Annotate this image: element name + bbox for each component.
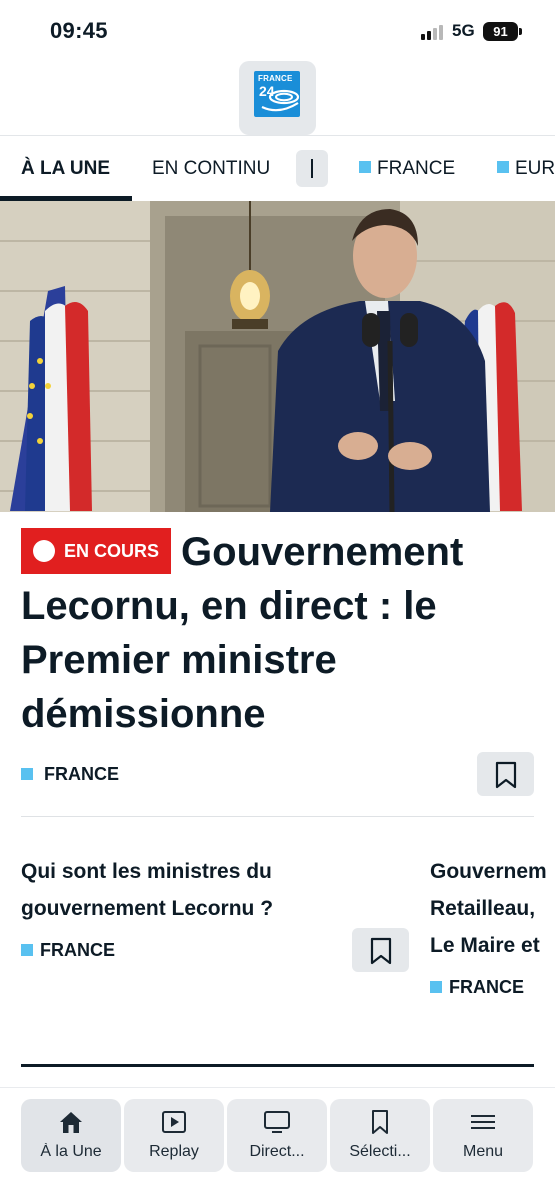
section-tabs: À LA UNE EN CONTINU FRANCE EUR	[0, 136, 555, 201]
tab-en-continu[interactable]: EN CONTINU	[152, 136, 270, 201]
hero-bookmark-button[interactable]	[477, 752, 534, 796]
nav-selection[interactable]: Sélecti...	[330, 1099, 430, 1172]
card-1-bookmark-button[interactable]	[352, 928, 409, 972]
menu-icon	[471, 1115, 495, 1129]
signal-icon	[421, 24, 447, 40]
card-1-category[interactable]: FRANCE	[21, 940, 115, 961]
category-square-icon	[21, 768, 33, 780]
play-icon	[162, 1111, 186, 1133]
network-label: 5G	[452, 21, 475, 40]
logo-button[interactable]: FRANCE 24	[239, 61, 316, 135]
hero-category[interactable]: FRANCE	[21, 764, 119, 785]
card-2-category[interactable]: FRANCE	[430, 977, 524, 998]
bookmark-icon	[370, 937, 392, 965]
nav-menu[interactable]: Menu	[433, 1099, 533, 1172]
card-2-title[interactable]: Gouvernem Retailleau, Le Maire et	[430, 853, 547, 964]
category-square-icon	[430, 981, 442, 993]
bottom-nav: À la Une Replay Direct... Sélecti... Men…	[0, 1087, 555, 1200]
category-square-icon	[359, 161, 371, 173]
nav-a-la-une[interactable]: À la Une	[21, 1099, 121, 1172]
nav-replay[interactable]: Replay	[124, 1099, 224, 1172]
tv-icon	[264, 1111, 290, 1133]
tab-europe[interactable]: EUR	[497, 136, 555, 201]
tab-separator-button[interactable]	[296, 150, 328, 187]
bookmark-icon	[372, 1110, 388, 1134]
home-icon	[60, 1112, 82, 1133]
category-square-icon	[497, 161, 509, 173]
section-thick-divider	[21, 1064, 534, 1067]
section-divider	[21, 816, 534, 817]
live-badge: EN COURS	[21, 528, 172, 574]
category-square-icon	[21, 944, 33, 956]
card-1-title[interactable]: Qui sont les ministres du gouvernement L…	[21, 853, 273, 927]
hero-image[interactable]	[0, 201, 555, 512]
status-bar: 09:45 5G 91	[0, 0, 555, 60]
live-dot-icon	[33, 540, 55, 562]
nav-direct[interactable]: Direct...	[227, 1099, 327, 1172]
status-time: 09:45	[50, 18, 108, 43]
battery-icon: 91	[483, 22, 522, 41]
hero-headline[interactable]: EN COURS Gouvernement Lecornu, en direct …	[21, 525, 541, 741]
france24-logo: FRANCE 24	[254, 71, 300, 117]
bookmark-icon	[495, 761, 517, 789]
tab-france[interactable]: FRANCE	[359, 136, 455, 201]
tab-a-la-une[interactable]: À LA UNE	[21, 136, 110, 201]
